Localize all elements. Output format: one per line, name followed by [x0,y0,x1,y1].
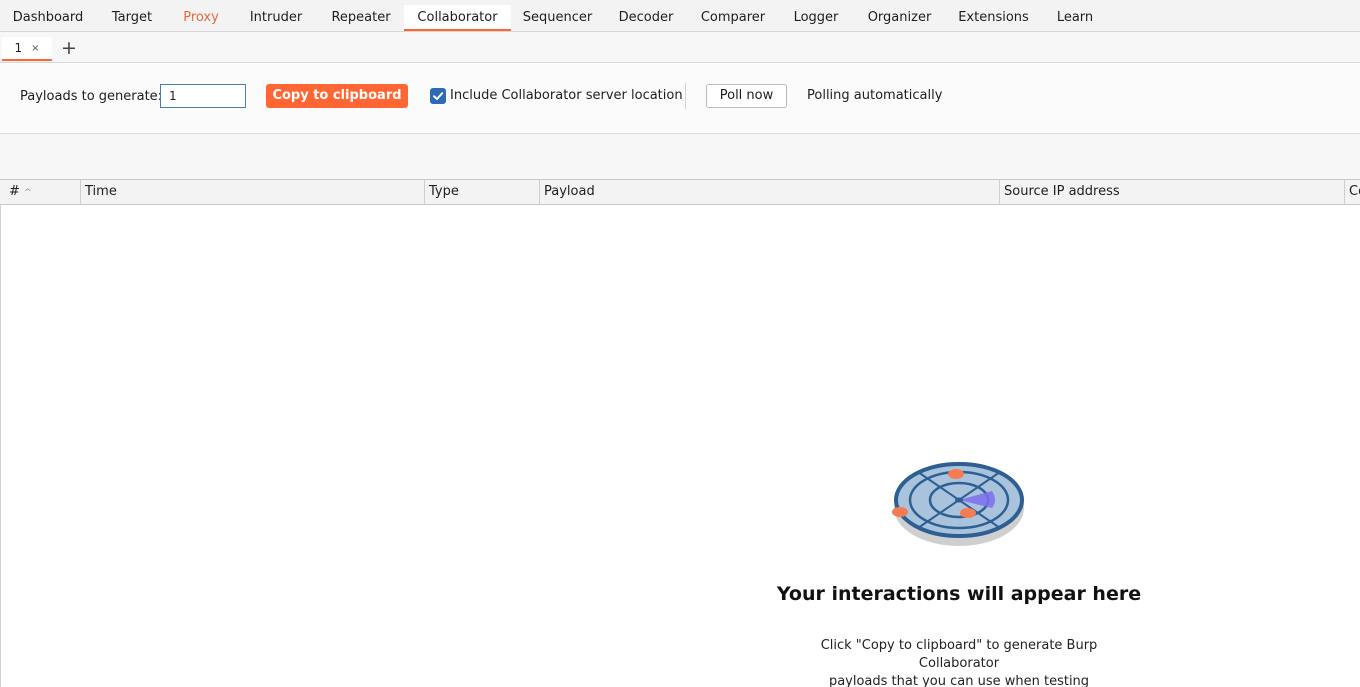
tab-sequencer[interactable]: Sequencer [511,5,604,31]
poll-now-button[interactable]: Poll now [706,84,787,108]
payloads-to-generate-label: Payloads to generate: [20,89,163,104]
polling-status: Polling automatically [807,88,943,103]
close-icon[interactable]: × [31,43,39,54]
tab-repeater[interactable]: Repeater [318,5,404,31]
tab-collaborator[interactable]: Collaborator [404,5,511,31]
tab-proxy[interactable]: Proxy [168,5,234,31]
empty-state-description: Click "Copy to clipboard" to generate Bu… [780,637,1138,687]
column-header-time[interactable]: Time [80,180,425,204]
collaborator-sub-tab-bar: 1 × + [0,32,1360,63]
tab-target[interactable]: Target [96,5,168,31]
checkmark-icon [433,92,444,100]
sub-tab-1[interactable]: 1 × [2,37,52,61]
column-header-label: # [9,184,20,199]
sub-tab-label: 1 [14,41,23,55]
main-tab-bar: Dashboard Target Proxy Intruder Repeater… [0,5,1360,32]
empty-state-title: Your interactions will appear here [776,583,1142,605]
tab-dashboard[interactable]: Dashboard [0,5,96,31]
include-location-checkbox[interactable] [430,88,446,104]
column-header-source-ip[interactable]: Source IP address [999,180,1346,204]
copy-to-clipboard-button[interactable]: Copy to clipboard [266,84,408,108]
column-header-payload[interactable]: Payload [539,180,1001,204]
tab-comparer[interactable]: Comparer [688,5,778,31]
add-tab-icon[interactable]: + [60,38,78,58]
payloads-count-input[interactable] [160,84,246,108]
tab-decoder[interactable]: Decoder [604,5,688,31]
toolbar-divider [685,83,686,109]
sort-ascending-icon: ^ [23,188,32,198]
tab-organizer[interactable]: Organizer [854,5,945,31]
tab-intruder[interactable]: Intruder [234,5,318,31]
radar-icon [892,462,1024,546]
include-location-label[interactable]: Include Collaborator server location [450,87,683,105]
column-header-comment[interactable]: Co [1344,180,1360,204]
empty-state-description-line: payloads that you can use when testing [828,674,1090,687]
tab-learn[interactable]: Learn [1042,5,1108,31]
column-header-number[interactable]: # ^ [0,180,81,204]
tab-extensions[interactable]: Extensions [945,5,1042,31]
tab-logger[interactable]: Logger [778,5,854,31]
empty-state-description-line: Click "Copy to clipboard" to generate Bu… [820,638,1098,671]
interactions-table-header: # ^ Time Type Payload Source IP address C… [0,179,1360,205]
empty-state: Your interactions will appear here Click… [760,440,1158,687]
burp-collaborator-window: Dashboard Target Proxy Intruder Repeater… [0,0,1360,687]
collaborator-toolbar: Payloads to generate: Copy to clipboard … [0,64,1360,134]
column-header-type[interactable]: Type [424,180,540,204]
filter-area [0,134,1360,179]
